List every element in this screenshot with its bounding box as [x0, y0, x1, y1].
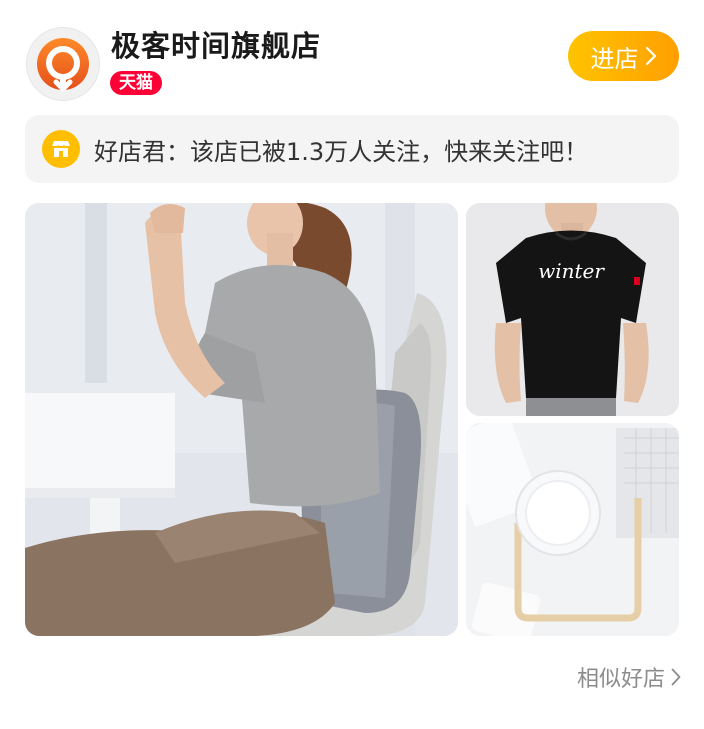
product-image-tshirt[interactable]: winter: [466, 203, 679, 416]
shop-logo-icon: [37, 38, 89, 92]
shop-logo[interactable]: [26, 27, 100, 101]
lamp-photo: [466, 423, 679, 636]
shop-icon: [42, 130, 80, 168]
chevron-right-icon: [645, 46, 656, 66]
shop-header: 极客时间旗舰店 天猫 进店: [0, 0, 704, 110]
enter-shop-button[interactable]: 进店: [568, 31, 679, 81]
notice-text: 好店君：该店已被1.3万人关注，快来关注吧！: [94, 137, 589, 166]
tmall-badge: 天猫: [110, 71, 162, 95]
product-image-lumbar-cushion[interactable]: [25, 203, 458, 636]
shop-name[interactable]: 极客时间旗舰店: [111, 27, 321, 65]
chevron-right-icon: [671, 668, 681, 686]
tshirt-print-text: winter: [538, 259, 605, 283]
similar-shops-label: 相似好店: [577, 667, 666, 692]
product-image-lamp[interactable]: [466, 423, 679, 636]
follow-notice: 好店君：该店已被1.3万人关注，快来关注吧！: [25, 115, 679, 183]
enter-shop-label: 进店: [590, 44, 639, 73]
lumbar-cushion-photo: [25, 203, 458, 636]
similar-shops-link[interactable]: 相似好店: [577, 661, 681, 693]
tshirt-photo: winter: [466, 203, 679, 416]
